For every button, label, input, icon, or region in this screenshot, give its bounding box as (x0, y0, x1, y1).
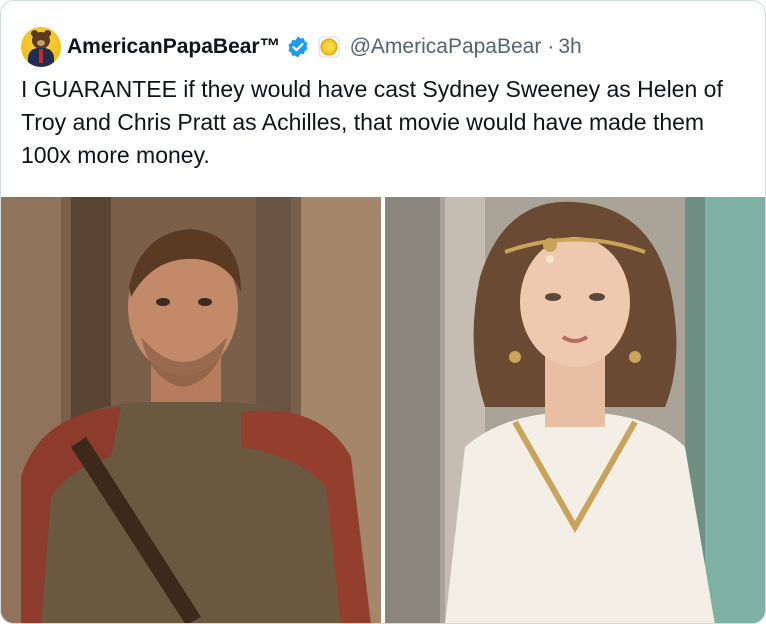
tweet-media[interactable] (1, 197, 765, 623)
tweet-card[interactable]: AmericanPapaBear™ @AmericaPapaBear · 3h … (0, 0, 766, 624)
tweet-timestamp[interactable]: 3h (558, 35, 581, 59)
tweet-header: AmericanPapaBear™ @AmericaPapaBear · 3h (21, 27, 582, 67)
gold-coin-icon (318, 36, 340, 58)
helen-photo[interactable] (385, 197, 765, 623)
tweet-text: I GUARANTEE if they would have cast Sydn… (21, 76, 723, 168)
separator-dot: · (547, 35, 555, 58)
author-name[interactable]: AmericanPapaBear™ (67, 35, 281, 59)
author-handle[interactable]: @AmericaPapaBear (350, 35, 542, 59)
bear-avatar-icon[interactable] (21, 27, 61, 67)
achilles-photo[interactable] (1, 197, 381, 623)
verified-badge-icon[interactable] (286, 35, 310, 59)
